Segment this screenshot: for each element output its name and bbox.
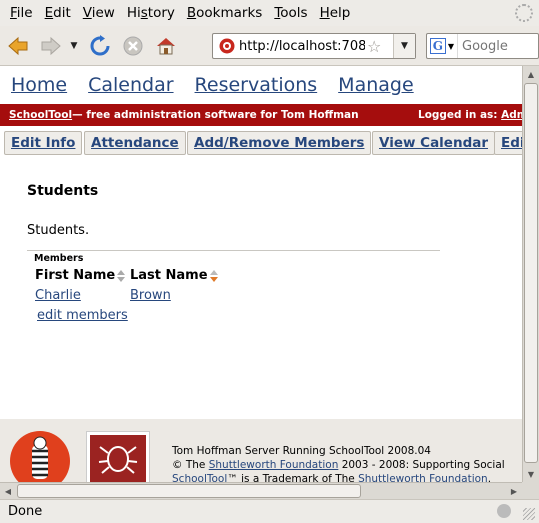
tab-view-calendar[interactable]: View Calendar bbox=[372, 131, 496, 155]
reload-button[interactable] bbox=[85, 31, 115, 61]
chevron-down-icon: ▼ bbox=[447, 41, 455, 51]
column-header-first-name[interactable]: First Name bbox=[35, 268, 126, 283]
history-dropdown-button[interactable]: ▼ bbox=[66, 31, 82, 61]
scroll-right-icon[interactable]: ▶ bbox=[506, 483, 522, 499]
bug-logo bbox=[86, 431, 150, 482]
url-dropdown-button[interactable]: ▼ bbox=[393, 34, 415, 58]
resize-grip-icon[interactable] bbox=[523, 508, 535, 520]
table-cell-first-name[interactable]: Charlie bbox=[35, 288, 81, 303]
first-name-header-label[interactable]: First Name bbox=[35, 268, 115, 283]
scrollbar-corner bbox=[522, 482, 539, 499]
shuttleworth-link[interactable]: Shuttleworth Foundation bbox=[209, 459, 339, 471]
back-button[interactable] bbox=[3, 31, 33, 61]
site-navigation: Home Calendar Reservations Manage bbox=[0, 66, 522, 104]
menu-history[interactable]: History bbox=[121, 5, 181, 21]
schooltool-zebra-logo bbox=[10, 431, 70, 482]
menu-edit[interactable]: Edit bbox=[39, 5, 77, 21]
last-name-header-label[interactable]: Last Name bbox=[130, 268, 208, 283]
tab-edit-info[interactable]: Edit Info bbox=[4, 131, 83, 155]
search-engine-selector[interactable]: G ▼ bbox=[427, 34, 458, 58]
nav-calendar-link[interactable]: Calendar bbox=[88, 74, 173, 96]
forward-arrow-icon bbox=[41, 36, 61, 55]
logged-in-label: Logged in as: bbox=[418, 109, 502, 121]
status-text: Done bbox=[8, 504, 43, 519]
site-favicon-icon bbox=[219, 38, 235, 54]
menu-view[interactable]: View bbox=[77, 5, 121, 21]
search-input[interactable] bbox=[458, 38, 538, 54]
horizontal-scroll-thumb[interactable] bbox=[17, 484, 361, 498]
reload-icon bbox=[90, 34, 110, 55]
url-input[interactable] bbox=[239, 38, 365, 54]
footer-line-3: SchoolTool™ is a Trademark of The Shuttl… bbox=[172, 472, 505, 482]
scroll-down-icon[interactable]: ▼ bbox=[523, 466, 539, 482]
throbber-icon bbox=[515, 4, 533, 22]
divider bbox=[27, 250, 440, 251]
bug-icon bbox=[98, 446, 138, 474]
google-icon: G bbox=[429, 38, 446, 54]
search-bar[interactable]: G ▼ bbox=[426, 33, 539, 59]
url-bar[interactable]: ☆ ▼ bbox=[212, 33, 416, 59]
nav-manage-link[interactable]: Manage bbox=[338, 74, 413, 96]
menu-help[interactable]: Help bbox=[314, 5, 357, 21]
page-viewport: Home Calendar Reservations Manage School… bbox=[0, 66, 522, 482]
column-header-last-name[interactable]: Last Name bbox=[130, 268, 219, 283]
home-button[interactable] bbox=[151, 31, 181, 61]
page-title: Students bbox=[27, 183, 99, 199]
sort-descending-icon[interactable] bbox=[209, 269, 219, 282]
vertical-scroll-thumb[interactable] bbox=[524, 83, 538, 463]
edit-members-link[interactable]: edit members bbox=[37, 308, 128, 323]
sort-arrows-icon[interactable] bbox=[117, 269, 126, 282]
schooltool-footer-link[interactable]: SchoolTool bbox=[172, 473, 227, 482]
security-status-icon bbox=[497, 504, 511, 518]
scroll-left-icon[interactable]: ◀ bbox=[0, 483, 16, 499]
tab-edit-partial[interactable]: Edi bbox=[494, 131, 522, 155]
menu-file[interactable]: File bbox=[4, 5, 39, 21]
menu-bar: File Edit View History Bookmarks Tools H… bbox=[0, 0, 539, 26]
action-tabs: Edit Info Attendance Add/Remove Members … bbox=[0, 131, 522, 155]
members-section-label: Members bbox=[34, 253, 84, 264]
shuttleworth-link-2[interactable]: Shuttleworth Foundation bbox=[358, 473, 488, 482]
home-icon bbox=[157, 37, 175, 54]
page-description: Students. bbox=[27, 223, 90, 238]
horizontal-scrollbar[interactable]: ◀ ▶ bbox=[0, 482, 522, 499]
nav-home-link[interactable]: Home bbox=[11, 74, 67, 96]
page-footer: Tom Hoffman Server Running SchoolTool 20… bbox=[0, 419, 522, 482]
scroll-up-icon[interactable]: ▲ bbox=[523, 66, 539, 82]
menu-tools[interactable]: Tools bbox=[268, 5, 313, 21]
schooltool-brand-link[interactable]: SchoolTool bbox=[9, 109, 72, 121]
status-bar: Done bbox=[0, 499, 539, 523]
logged-in-status: Logged in as: Admi bbox=[418, 109, 522, 121]
footer-line-1: Tom Hoffman Server Running SchoolTool 20… bbox=[172, 445, 431, 457]
menu-bookmarks[interactable]: Bookmarks bbox=[181, 5, 268, 21]
zebra-icon bbox=[32, 436, 48, 479]
footer-line-2: © The Shuttleworth Foundation 2003 - 200… bbox=[172, 459, 505, 471]
user-link[interactable]: Admi bbox=[501, 109, 522, 121]
tab-add-remove-members[interactable]: Add/Remove Members bbox=[187, 131, 372, 155]
tab-attendance[interactable]: Attendance bbox=[84, 131, 186, 155]
navigation-toolbar: ▼ ☆ ▼ G ▼ bbox=[0, 26, 539, 66]
nav-reservations-link[interactable]: Reservations bbox=[195, 74, 318, 96]
forward-button[interactable] bbox=[36, 31, 66, 61]
header-banner: SchoolTool — free administration softwar… bbox=[0, 104, 522, 126]
bookmark-star-icon[interactable]: ☆ bbox=[367, 37, 381, 56]
footer-text: Tom Hoffman Server Running SchoolTool 20… bbox=[172, 444, 505, 482]
banner-tagline: — free administration software for Tom H… bbox=[72, 109, 359, 121]
table-cell-last-name[interactable]: Brown bbox=[130, 288, 171, 303]
stop-button[interactable] bbox=[118, 31, 148, 61]
back-arrow-icon bbox=[8, 36, 28, 55]
vertical-scrollbar[interactable]: ▲ ▼ bbox=[522, 66, 539, 482]
stop-icon bbox=[123, 36, 143, 55]
